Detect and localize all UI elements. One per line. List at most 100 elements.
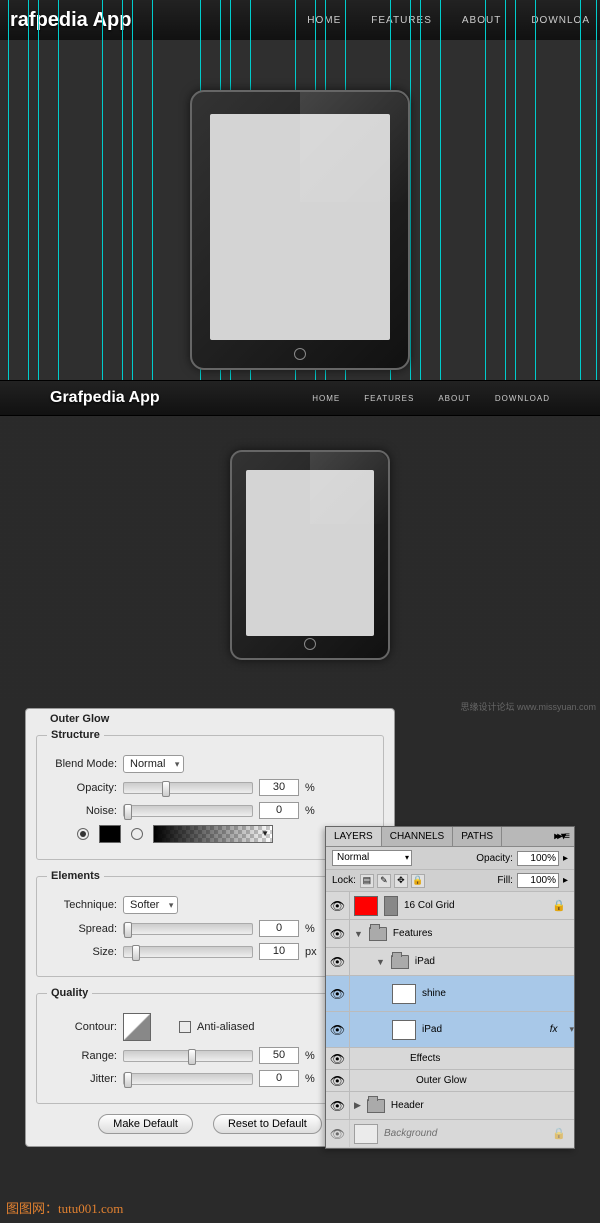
visibility-toggle[interactable]: 👁 <box>326 920 350 947</box>
dropdown-arrow-icon[interactable]: ▸ <box>563 875 568 886</box>
folder-icon <box>369 927 387 941</box>
structure-legend: Structure <box>47 729 104 741</box>
jitter-slider[interactable] <box>123 1073 253 1085</box>
nav-download[interactable]: DOWNLOA <box>531 15 590 26</box>
nav-features[interactable]: FEATURES <box>371 15 432 26</box>
layer-row-grid[interactable]: 👁 16 Col Grid 🔒 <box>326 892 574 920</box>
noise-input[interactable]: 0 <box>259 802 299 819</box>
layer-thumbnail <box>392 984 416 1004</box>
size-label: Size: <box>47 946 117 958</box>
range-input[interactable]: 50 <box>259 1047 299 1064</box>
noise-slider[interactable] <box>123 805 253 817</box>
blend-mode-select[interactable]: Normal <box>123 755 184 773</box>
lock-transparency-icon[interactable]: ▤ <box>360 874 374 888</box>
tab-paths[interactable]: PATHS <box>453 827 502 846</box>
size-unit: px <box>305 946 323 958</box>
color-swatch[interactable] <box>99 825 121 843</box>
visibility-toggle[interactable]: 👁 <box>326 948 350 975</box>
visibility-toggle[interactable]: 👁 <box>326 1120 350 1147</box>
ipad-mockup-large <box>190 90 410 370</box>
antialiased-checkbox[interactable] <box>179 1021 191 1033</box>
panel-menu-icon[interactable]: ▸▸ ▾≡ <box>548 827 574 846</box>
range-slider[interactable] <box>123 1050 253 1062</box>
folder-icon <box>367 1099 385 1113</box>
jitter-label: Jitter: <box>47 1073 117 1085</box>
lock-all-icon[interactable]: 🔒 <box>411 874 425 888</box>
size-slider[interactable] <box>123 946 253 958</box>
tab-channels[interactable]: CHANNELS <box>382 827 453 846</box>
lock-position-icon[interactable]: ✥ <box>394 874 408 888</box>
mask-thumbnail <box>384 896 398 916</box>
blend-mode-label: Blend Mode: <box>47 758 117 770</box>
nav-home[interactable]: HOME <box>312 394 340 403</box>
size-input[interactable]: 10 <box>259 943 299 960</box>
make-default-button[interactable]: Make Default <box>98 1114 193 1134</box>
nav-download[interactable]: DOWNLOAD <box>495 394 550 403</box>
visibility-toggle[interactable]: 👁 <box>326 892 350 919</box>
ipad-shine <box>300 92 408 202</box>
nav-home[interactable]: HOME <box>307 15 341 26</box>
antialiased-label: Anti-aliased <box>197 1021 254 1033</box>
top-nav: HOME FEATURES ABOUT DOWNLOA <box>307 15 590 26</box>
opacity-slider[interactable] <box>123 782 253 794</box>
home-button-icon <box>294 348 306 360</box>
range-label: Range: <box>47 1050 117 1062</box>
collapse-fx-icon[interactable]: ▾ <box>569 1024 574 1035</box>
fill-label: Fill: <box>497 875 513 886</box>
expand-arrow-icon[interactable]: ▶ <box>354 1100 361 1111</box>
layer-name: Effects <box>410 1053 440 1064</box>
layer-row-shine[interactable]: 👁 shine <box>326 976 574 1012</box>
top-navbar: rafpedia App HOME FEATURES ABOUT DOWNLOA <box>0 0 600 40</box>
visibility-toggle[interactable]: 👁 <box>326 1070 350 1091</box>
visibility-toggle[interactable]: 👁 <box>326 1048 350 1069</box>
layer-name: Outer Glow <box>416 1075 467 1086</box>
visibility-toggle[interactable]: 👁 <box>326 1012 350 1047</box>
nav-features[interactable]: FEATURES <box>364 394 414 403</box>
fill-input[interactable]: 100% <box>517 873 559 888</box>
mid-navbar: Grafpedia App HOME FEATURES ABOUT DOWNLO… <box>0 380 600 416</box>
contour-picker[interactable] <box>123 1013 151 1041</box>
blend-mode-select[interactable]: Normal <box>332 850 412 866</box>
layer-row-ipad[interactable]: 👁 iPad fx ▾ <box>326 1012 574 1048</box>
logo-text: Grafpedia App <box>50 389 160 407</box>
opacity-label: Opacity: <box>47 782 117 794</box>
tab-layers[interactable]: LAYERS <box>326 827 382 846</box>
opacity-input[interactable]: 100% <box>517 851 559 866</box>
opacity-input[interactable]: 30 <box>259 779 299 796</box>
technique-select[interactable]: Softer <box>123 896 178 914</box>
jitter-input[interactable]: 0 <box>259 1070 299 1087</box>
layer-name: 16 Col Grid <box>404 900 455 911</box>
layer-row-background[interactable]: 👁 Background 🔒 <box>326 1120 574 1148</box>
gradient-picker[interactable] <box>153 825 273 843</box>
layer-row-effects[interactable]: 👁 Effects <box>326 1048 574 1070</box>
hero-mockup-clean: Grafpedia App HOME FEATURES ABOUT DOWNLO… <box>0 380 600 700</box>
layer-row-ipad-folder[interactable]: 👁 ▼ iPad <box>326 948 574 976</box>
spread-slider[interactable] <box>123 923 253 935</box>
layer-name: Background <box>384 1128 437 1139</box>
visibility-toggle[interactable]: 👁 <box>326 976 350 1011</box>
layer-row-outerglow[interactable]: 👁 Outer Glow <box>326 1070 574 1092</box>
reset-default-button[interactable]: Reset to Default <box>213 1114 322 1134</box>
expand-arrow-icon[interactable]: ▼ <box>354 929 363 939</box>
watermark-left: 图图网：tutu001.com <box>6 1198 123 1217</box>
spread-unit: % <box>305 923 323 935</box>
expand-arrow-icon[interactable]: ▼ <box>376 957 385 967</box>
jitter-unit: % <box>305 1073 323 1085</box>
layer-row-header[interactable]: 👁 ▶ Header <box>326 1092 574 1120</box>
fx-badge[interactable]: fx <box>550 1024 558 1035</box>
nav-about[interactable]: ABOUT <box>462 15 501 26</box>
opacity-label: Opacity: <box>476 853 513 864</box>
nav-about[interactable]: ABOUT <box>438 394 471 403</box>
folder-icon <box>391 955 409 969</box>
color-radio[interactable] <box>77 828 89 840</box>
home-button-icon <box>304 638 316 650</box>
layer-row-features[interactable]: 👁 ▼ Features <box>326 920 574 948</box>
visibility-toggle[interactable]: 👁 <box>326 1092 350 1119</box>
lock-pixels-icon[interactable]: ✎ <box>377 874 391 888</box>
spread-input[interactable]: 0 <box>259 920 299 937</box>
layer-name: iPad <box>422 1024 442 1035</box>
noise-unit: % <box>305 805 323 817</box>
layer-name: Header <box>391 1100 424 1111</box>
gradient-radio[interactable] <box>131 828 143 840</box>
dropdown-arrow-icon[interactable]: ▸ <box>563 853 568 864</box>
